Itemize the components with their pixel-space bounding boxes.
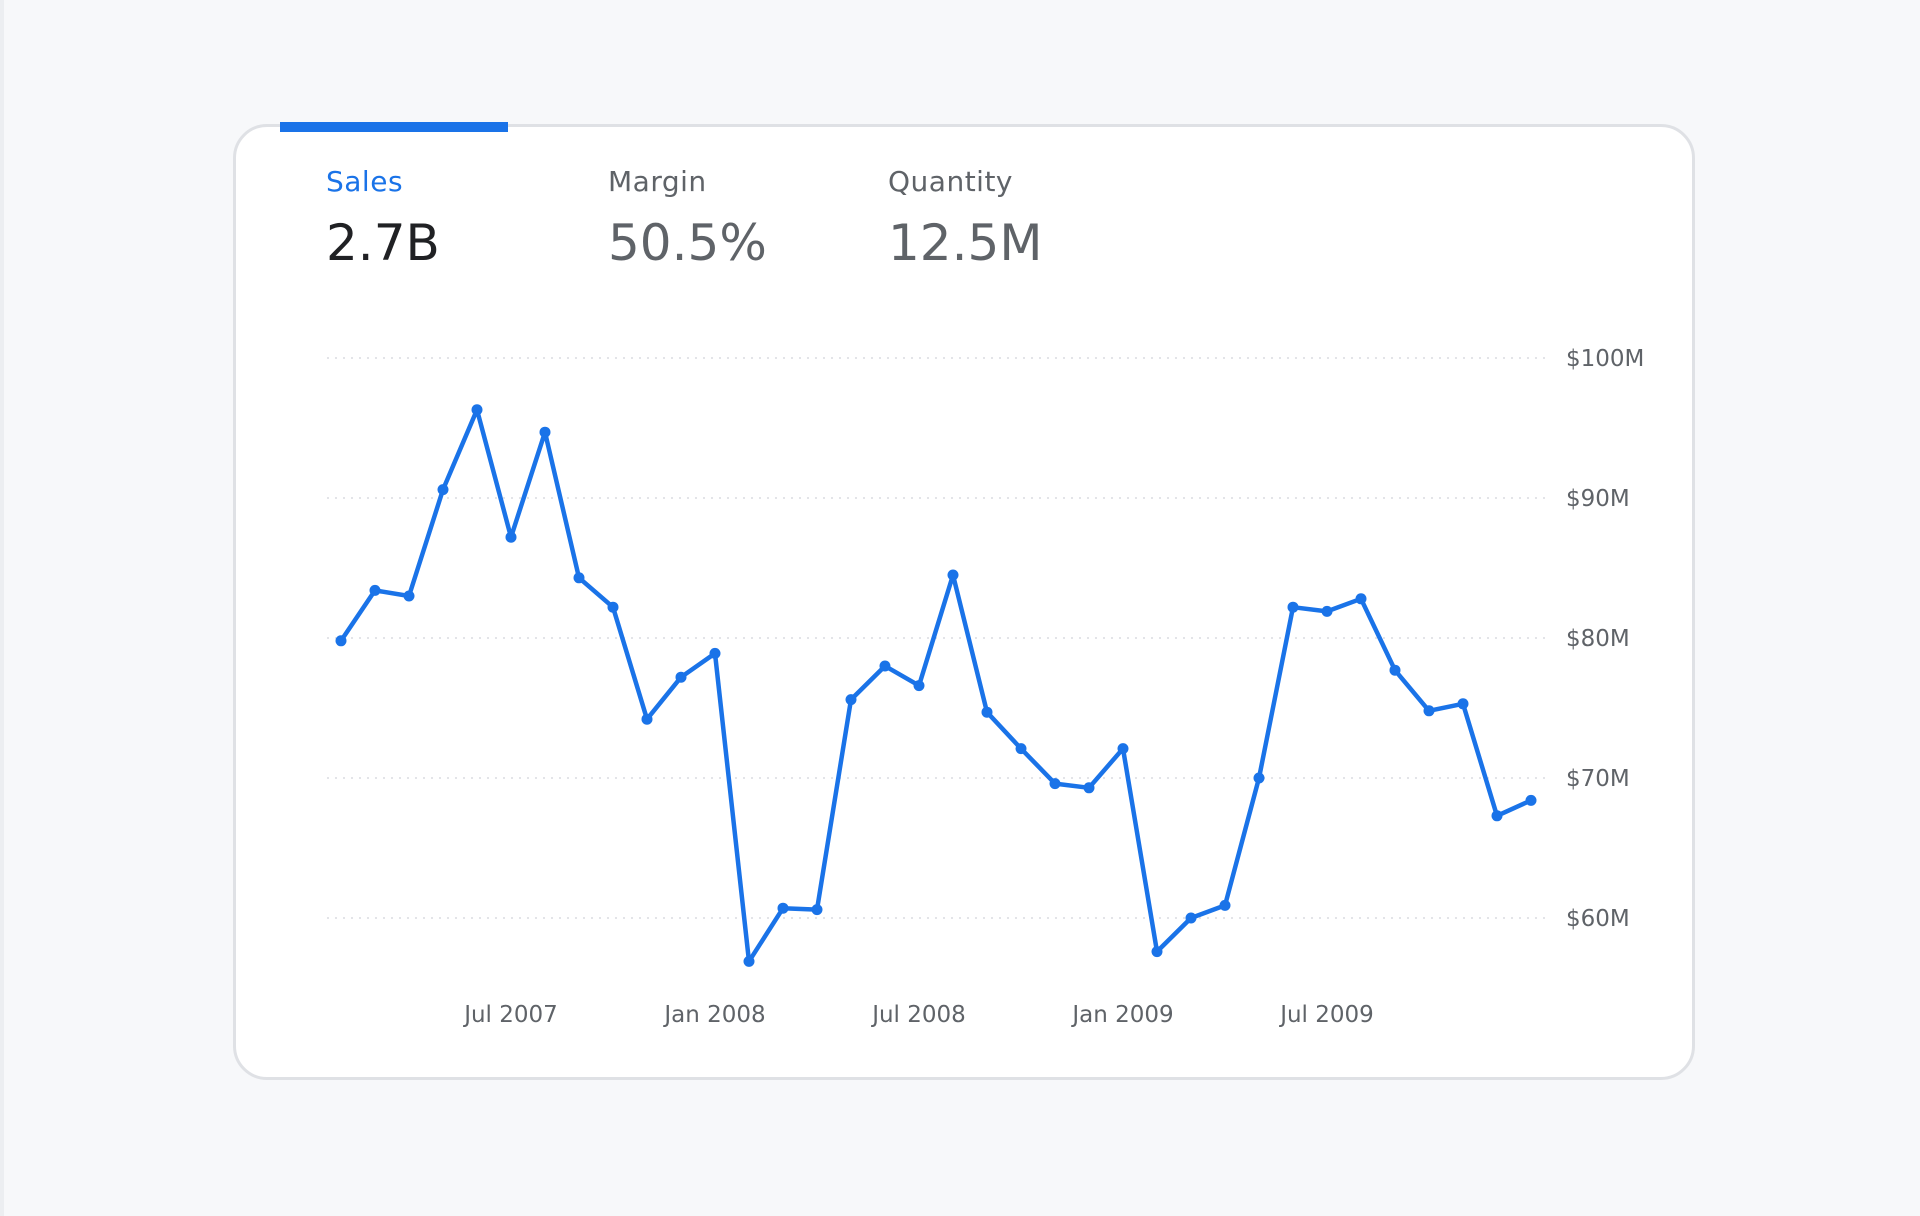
data-point[interactable]: [573, 572, 585, 584]
data-point[interactable]: [1321, 605, 1333, 617]
data-point[interactable]: [1253, 772, 1265, 784]
data-point[interactable]: [845, 694, 857, 706]
data-point[interactable]: [1525, 794, 1537, 806]
data-point[interactable]: [1287, 601, 1299, 613]
x-tick-label: Jul 2008: [870, 1002, 966, 1028]
data-point[interactable]: [1423, 705, 1435, 717]
y-tick-label: $70M: [1566, 766, 1630, 792]
sales-line-chart: $100M $90M $80M $70M $60M Jul 2007 Jan 2008 Jul…: [327, 346, 1644, 1028]
data-point[interactable]: [1083, 782, 1095, 794]
data-point[interactable]: [675, 671, 687, 683]
x-tick-label: Jul 2009: [1278, 1002, 1374, 1028]
data-point[interactable]: [1117, 743, 1129, 755]
data-point[interactable]: [947, 569, 959, 581]
data-point[interactable]: [437, 484, 449, 496]
data-point[interactable]: [607, 601, 619, 613]
data-point[interactable]: [1049, 778, 1061, 790]
data-point[interactable]: [539, 426, 551, 438]
data-point[interactable]: [1185, 912, 1197, 924]
data-point[interactable]: [811, 904, 823, 916]
data-point[interactable]: [1491, 810, 1503, 822]
data-point[interactable]: [403, 590, 415, 602]
data-point[interactable]: [879, 660, 891, 672]
x-tick-label: Jan 2008: [662, 1002, 765, 1028]
x-tick-label: Jul 2007: [462, 1002, 558, 1028]
data-point[interactable]: [913, 680, 925, 692]
data-point[interactable]: [505, 531, 517, 543]
y-tick-label: $100M: [1566, 346, 1644, 372]
data-point[interactable]: [743, 955, 755, 967]
data-point[interactable]: [335, 635, 347, 647]
data-point[interactable]: [777, 902, 789, 914]
y-tick-label: $60M: [1566, 906, 1630, 932]
data-point[interactable]: [641, 713, 653, 725]
x-tick-label: Jan 2009: [1070, 1002, 1173, 1028]
data-point[interactable]: [1457, 698, 1469, 710]
y-tick-label: $90M: [1566, 486, 1630, 512]
y-tick-label: $80M: [1566, 626, 1630, 652]
data-point[interactable]: [1151, 946, 1163, 958]
series-line-sales: [338, 407, 1534, 964]
data-point[interactable]: [981, 706, 993, 718]
data-point[interactable]: [709, 647, 721, 659]
data-point[interactable]: [471, 404, 483, 416]
data-point[interactable]: [1219, 899, 1231, 911]
data-point[interactable]: [1015, 743, 1027, 755]
data-point[interactable]: [1355, 593, 1367, 605]
data-point[interactable]: [369, 584, 381, 596]
data-point[interactable]: [1389, 664, 1401, 676]
